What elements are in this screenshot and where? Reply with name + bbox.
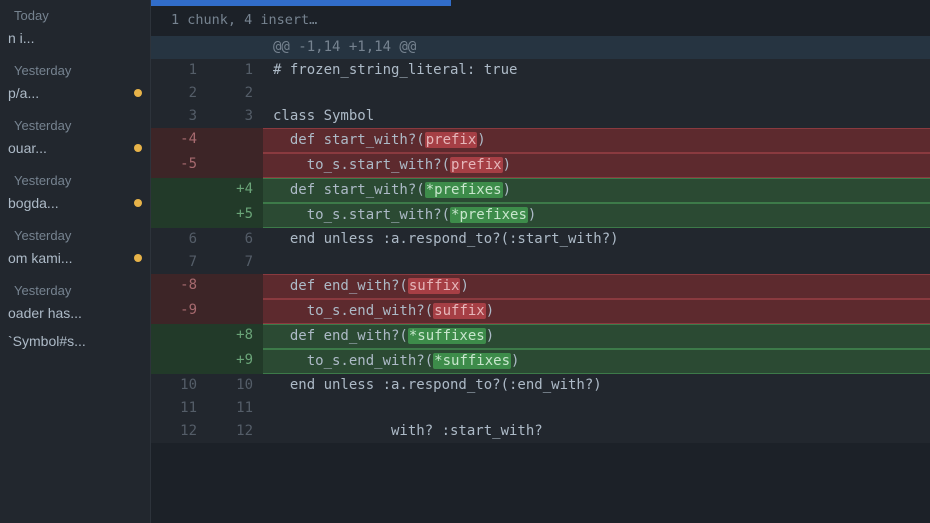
sidebar-group-header: Yesterday	[0, 110, 150, 137]
diff-line-hunk[interactable]: @@ -1,14 +1,14 @@	[151, 36, 930, 59]
word-diff-removed: suffix	[433, 303, 486, 319]
diff-line-content: end unless :a.respond_to?(:end_with?)	[263, 374, 930, 397]
diff-line-content	[263, 251, 930, 274]
sidebar-item-label: `Symbol#s...	[8, 333, 86, 349]
line-number-gutter: +8	[151, 324, 263, 349]
word-diff-removed: prefix	[450, 157, 503, 173]
diff-line-del[interactable]: -4 def start_with?(prefix)	[151, 128, 930, 153]
sidebar-item[interactable]: `Symbol#s...	[0, 330, 150, 358]
diff-main-area: 1 chunk, 4 insert… @@ -1,14 +1,14 @@11# …	[151, 0, 930, 523]
line-number-gutter: +4	[151, 178, 263, 203]
diff-line-add[interactable]: +8 def end_with?(*suffixes)	[151, 324, 930, 349]
unread-dot-icon	[134, 199, 142, 207]
diff-line-content	[263, 82, 930, 105]
diff-line-content: to_s.end_with?(*suffixes)	[263, 349, 930, 374]
diff-line-ctx[interactable]: 1010 end unless :a.respond_to?(:end_with…	[151, 374, 930, 397]
diff-line-content: to_s.start_with?(*prefixes)	[263, 203, 930, 228]
word-diff-added: *prefixes	[450, 207, 528, 223]
diff-line-del[interactable]: -9 to_s.end_with?(suffix)	[151, 299, 930, 324]
word-diff-added: *suffixes	[433, 353, 511, 369]
line-number-gutter	[151, 36, 263, 59]
line-number-gutter: 77	[151, 251, 263, 274]
line-number-gutter: 1111	[151, 397, 263, 420]
diff-line-ctx[interactable]: 22	[151, 82, 930, 105]
sidebar-item[interactable]: oader has...	[0, 302, 150, 330]
diff-line-ctx[interactable]: 77	[151, 251, 930, 274]
line-number-gutter: 1010	[151, 374, 263, 397]
word-diff-removed: prefix	[425, 132, 478, 148]
line-number-gutter: 22	[151, 82, 263, 105]
diff-line-content: to_s.start_with?(prefix)	[263, 153, 930, 178]
word-diff-added: *prefixes	[425, 182, 503, 198]
diff-line-content: def start_with?(*prefixes)	[263, 178, 930, 203]
diff-line-content: end unless :a.respond_to?(:start_with?)	[263, 228, 930, 251]
diff-line-add[interactable]: +4 def start_with?(*prefixes)	[151, 178, 930, 203]
unread-dot-icon	[134, 89, 142, 97]
sidebar-item[interactable]: ouar...	[0, 137, 150, 165]
diff-line-content: to_s.end_with?(suffix)	[263, 299, 930, 324]
diff-line-content: # frozen_string_literal: true	[263, 59, 930, 82]
diff-line-ctx[interactable]: 66 end unless :a.respond_to?(:start_with…	[151, 228, 930, 251]
sidebar-group-header: Today	[0, 0, 150, 27]
diff-line-del[interactable]: -8 def end_with?(suffix)	[151, 274, 930, 299]
sidebar-item[interactable]: om kami...	[0, 247, 150, 275]
sidebar-item-label: n i...	[8, 30, 34, 46]
diff-line-content: with? :start_with?	[263, 420, 930, 443]
word-diff-removed: suffix	[408, 278, 461, 294]
diff-line-content: def end_with?(suffix)	[263, 274, 930, 299]
sidebar-group-header: Yesterday	[0, 275, 150, 302]
diff-line-content: class Symbol	[263, 105, 930, 128]
sidebar-group-header: Yesterday	[0, 165, 150, 192]
line-number-gutter: -5	[151, 153, 263, 178]
diff-viewer[interactable]: @@ -1,14 +1,14 @@11# frozen_string_liter…	[151, 36, 930, 523]
diff-line-content: def end_with?(*suffixes)	[263, 324, 930, 349]
sidebar-item[interactable]: bogda...	[0, 192, 150, 220]
sidebar-item-label: ouar...	[8, 140, 47, 156]
diff-line-ctx[interactable]: 33class Symbol	[151, 105, 930, 128]
sidebar-item[interactable]: p/a...	[0, 82, 150, 110]
diff-line-ctx[interactable]: 1212 with? :start_with?	[151, 420, 930, 443]
sidebar-item[interactable]: n i...	[0, 27, 150, 55]
diff-summary-stats: 1 chunk, 4 insert…	[151, 6, 930, 36]
sidebar-group-header: Yesterday	[0, 55, 150, 82]
line-number-gutter: -8	[151, 274, 263, 299]
commit-list-sidebar: Today n i... Yesterday p/a... Yesterday ouar.…	[0, 0, 151, 523]
line-number-gutter: 66	[151, 228, 263, 251]
line-number-gutter: 11	[151, 59, 263, 82]
line-number-gutter: -4	[151, 128, 263, 153]
line-number-gutter: +5	[151, 203, 263, 228]
diff-line-ctx[interactable]: 1111	[151, 397, 930, 420]
diff-line-content	[263, 397, 930, 420]
diff-line-content: def start_with?(prefix)	[263, 128, 930, 153]
diff-line-add[interactable]: +9 to_s.end_with?(*suffixes)	[151, 349, 930, 374]
line-number-gutter: 33	[151, 105, 263, 128]
unread-dot-icon	[134, 254, 142, 262]
line-number-gutter: +9	[151, 349, 263, 374]
sidebar-group-header: Yesterday	[0, 220, 150, 247]
diff-line-del[interactable]: -5 to_s.start_with?(prefix)	[151, 153, 930, 178]
sidebar-item-label: p/a...	[8, 85, 39, 101]
diff-line-ctx[interactable]: 11# frozen_string_literal: true	[151, 59, 930, 82]
diff-line-add[interactable]: +5 to_s.start_with?(*prefixes)	[151, 203, 930, 228]
sidebar-item-label: oader has...	[8, 305, 82, 321]
unread-dot-icon	[134, 144, 142, 152]
sidebar-item-label: om kami...	[8, 250, 73, 266]
diff-line-content: @@ -1,14 +1,14 @@	[263, 36, 930, 59]
word-diff-added: *suffixes	[408, 328, 486, 344]
line-number-gutter: 1212	[151, 420, 263, 443]
sidebar-item-label: bogda...	[8, 195, 59, 211]
line-number-gutter: -9	[151, 299, 263, 324]
